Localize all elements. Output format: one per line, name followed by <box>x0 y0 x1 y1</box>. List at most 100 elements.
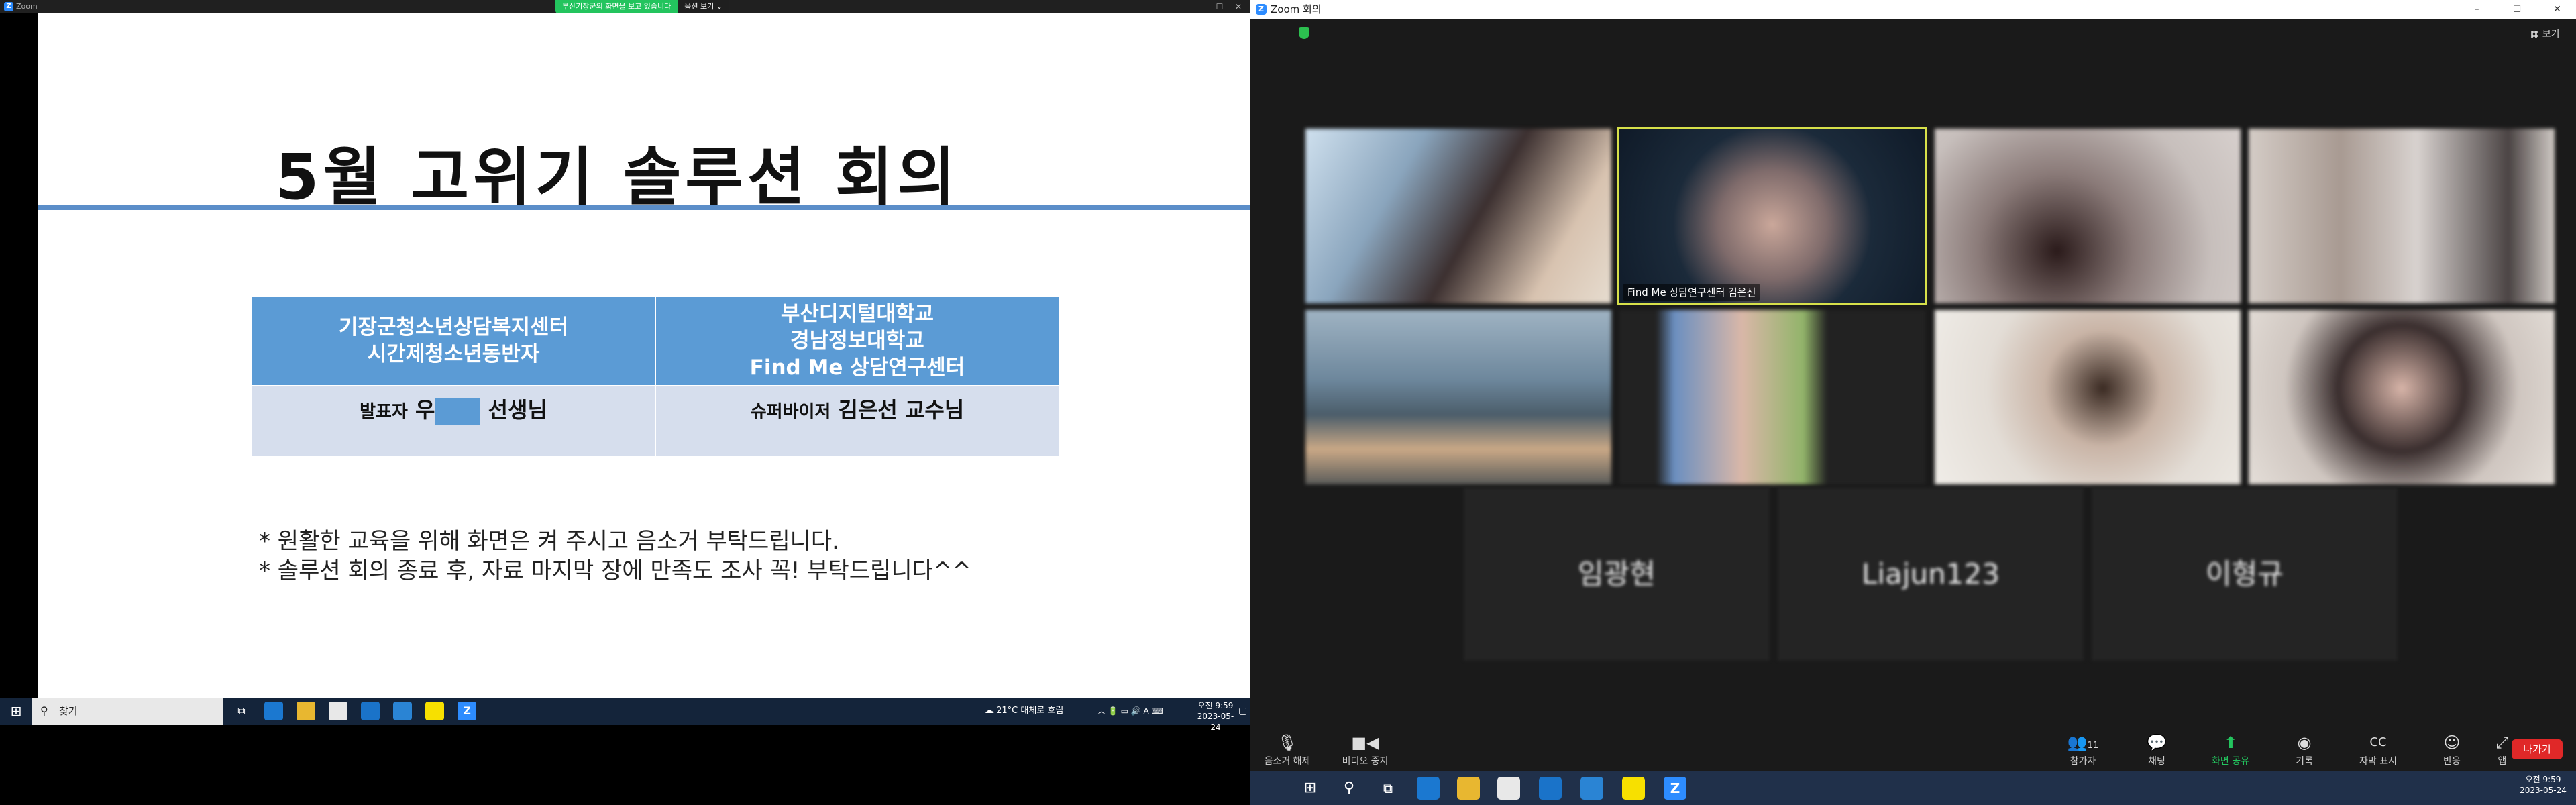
kakaotalk-icon[interactable] <box>425 702 444 720</box>
right-clock[interactable]: 오전 9:59 2023-05-24 <box>2520 774 2567 796</box>
name-only-tile[interactable]: 임광현 <box>1464 488 1770 661</box>
maximize-button[interactable]: ☐ <box>2504 3 2530 16</box>
clock-time: 오전 9:59 <box>2525 775 2561 784</box>
name-only-tile[interactable]: Liajun123 <box>1778 488 2084 661</box>
windows-start-icon[interactable]: ⊞ <box>1299 777 1322 800</box>
system-tray[interactable]: ︿ 🔋 ▭ 🔊 A ⌨ <box>1097 698 1163 724</box>
header-line: 부산디지털대학교 <box>780 302 934 326</box>
minimize-button[interactable]: – <box>1193 0 1209 13</box>
video-label: 비디오 중지 <box>1342 756 1389 767</box>
clock-date: 2023-05-24 <box>1197 712 1234 732</box>
chat-button[interactable]: 💬 채팅 <box>2120 731 2194 767</box>
captions-icon: CC <box>2369 735 2387 749</box>
table-header-cell-left: 기장군청소년상담복지센터 시간제청소년동반자 <box>251 295 656 386</box>
meeting-controls-bar: 🎙 음소거 해제 ■◀ 비디오 중지 👥11 참가자 💬 채팅 ⬆ 화면 공유 … <box>1250 731 2576 771</box>
zoom-taskbar-icon[interactable]: Z <box>458 702 476 720</box>
weather-text: 21°C 대체로 흐림 <box>996 706 1064 716</box>
slide-title: 5월 고위기 솔루션 회의 <box>275 141 959 214</box>
meeting-info-table: 기장군청소년상담복지센터 시간제청소년동반자 부산디지털대학교 경남정보대학교 … <box>251 295 1060 458</box>
windows-start-icon[interactable]: ⊞ <box>7 702 25 720</box>
clock-time: 오전 9:59 <box>1197 701 1234 710</box>
weather-widget[interactable]: ☁ 21°C 대체로 흐림 <box>985 698 1063 724</box>
zoom-logo-icon: Z <box>4 2 13 11</box>
view-button[interactable]: ▦ 보기 <box>2530 27 2559 40</box>
minimize-button[interactable]: – <box>2463 3 2490 16</box>
chat-label: 채팅 <box>2148 756 2165 767</box>
name-only-tile[interactable]: 이형규 <box>2092 488 2398 661</box>
slide-divider <box>38 205 1250 210</box>
video-tile[interactable] <box>1305 129 1611 303</box>
view-label: 보기 <box>2542 29 2560 40</box>
maximize-button[interactable]: ☐ <box>1212 0 1228 13</box>
video-tile[interactable] <box>1935 310 2241 484</box>
stop-video-button[interactable]: ■◀ 비디오 중지 <box>1328 731 1402 767</box>
presenter-cell: 발표자 우 선생님 <box>251 385 656 458</box>
view-options-button[interactable]: 옵션 보기 ⌄ <box>678 0 729 13</box>
presenter-name-suffix: 선생님 <box>488 397 547 423</box>
participants-label: 참가자 <box>2070 756 2096 767</box>
captions-label: 자막 표시 <box>2359 756 2397 767</box>
close-button[interactable]: ✕ <box>2544 3 2571 16</box>
share-screen-button[interactable]: ⬆ 화면 공유 <box>2194 731 2267 767</box>
video-tile[interactable] <box>2249 310 2555 484</box>
whale-browser-icon[interactable] <box>1580 777 1603 800</box>
leave-meeting-button[interactable]: 나가기 <box>2512 739 2563 759</box>
zoom-logo-icon: Z <box>1256 4 1267 15</box>
supervisor-name: 김은선 교수님 <box>838 397 965 423</box>
apps-label: 앱 <box>2498 756 2507 767</box>
task-view-icon[interactable]: ⧉ <box>232 702 251 720</box>
record-label: 기록 <box>2296 756 2313 767</box>
presenter-role: 발표자 <box>360 402 408 422</box>
video-tile[interactable] <box>1305 310 1611 484</box>
security-shield-icon[interactable] <box>1299 27 1309 39</box>
mail-icon[interactable] <box>361 702 380 720</box>
store-icon[interactable] <box>329 702 347 720</box>
whale-browser-icon[interactable] <box>393 702 412 720</box>
view-options-label: 옵션 보기 <box>684 2 714 11</box>
video-tile[interactable] <box>1619 310 1925 484</box>
file-explorer-icon[interactable] <box>297 702 315 720</box>
supervisor-role: 슈퍼바이저 <box>750 402 831 422</box>
zoom-taskbar-icon[interactable]: Z <box>1664 777 1686 800</box>
taskbar-search-box[interactable]: ⚲ 찾기 <box>32 698 223 724</box>
captions-button[interactable]: CC 자막 표시 <box>2341 731 2415 767</box>
left-window-title: Zoom <box>16 2 38 11</box>
presenter-name-prefix: 우 <box>415 397 435 423</box>
participants-button[interactable]: 👥11 참가자 <box>2046 731 2120 767</box>
redaction-box <box>435 398 481 425</box>
header-line: 경남정보대학교 <box>790 329 924 353</box>
kakaotalk-icon[interactable] <box>1622 777 1645 800</box>
left-monitor: Z Zoom – ☐ ✕ 부산기장군의 화면을 보고 있습니다 옵션 보기 ⌄ … <box>0 0 1250 805</box>
notification-icon[interactable]: ▢ <box>1238 706 1247 716</box>
mail-icon[interactable] <box>1539 777 1562 800</box>
cloud-icon: ☁ <box>985 706 994 716</box>
table-header-cell-right: 부산디지털대학교 경남정보대학교 Find Me 상담연구센터 <box>655 295 1060 386</box>
video-tile[interactable] <box>1935 129 2241 303</box>
supervisor-cell: 슈퍼바이저 김은선 교수님 <box>655 385 1060 458</box>
left-clock[interactable]: 오전 9:59 2023-05-24 <box>1197 700 1234 733</box>
header-line: Find Me 상담연구센터 <box>749 356 965 380</box>
edge-icon[interactable] <box>1417 777 1440 800</box>
chat-icon: 💬 <box>2147 733 2167 752</box>
mute-button[interactable]: 🎙 음소거 해제 <box>1250 731 1324 767</box>
edge-icon[interactable] <box>264 702 283 720</box>
participants-count: 11 <box>2087 741 2099 751</box>
search-label: 찾기 <box>59 705 78 717</box>
reactions-button[interactable]: ☺ 반응 <box>2415 731 2489 767</box>
share-screen-icon: ⬆ <box>2223 733 2238 752</box>
mute-label: 음소거 해제 <box>1264 756 1311 767</box>
clock-date: 2023-05-24 <box>2520 786 2567 795</box>
store-icon[interactable] <box>1497 777 1520 800</box>
grid-icon: ▦ <box>2530 29 2540 40</box>
record-button[interactable]: ◉ 기록 <box>2267 731 2341 767</box>
right-title-bar: Z Zoom 회의 – ☐ ✕ <box>1250 0 2576 19</box>
header-line: 시간제청소년동반자 <box>367 342 540 366</box>
video-camera-icon: ■◀ <box>1351 733 1379 752</box>
close-button[interactable]: ✕ <box>1230 0 1246 13</box>
task-view-icon[interactable]: ⧉ <box>1377 777 1399 800</box>
search-icon[interactable]: ⚲ <box>1338 777 1360 800</box>
video-tile[interactable] <box>2249 129 2555 303</box>
active-speaker-tile[interactable]: Find Me 상담연구센터 김은선 <box>1617 127 1927 305</box>
file-explorer-icon[interactable] <box>1457 777 1480 800</box>
search-icon: ⚲ <box>40 704 48 717</box>
